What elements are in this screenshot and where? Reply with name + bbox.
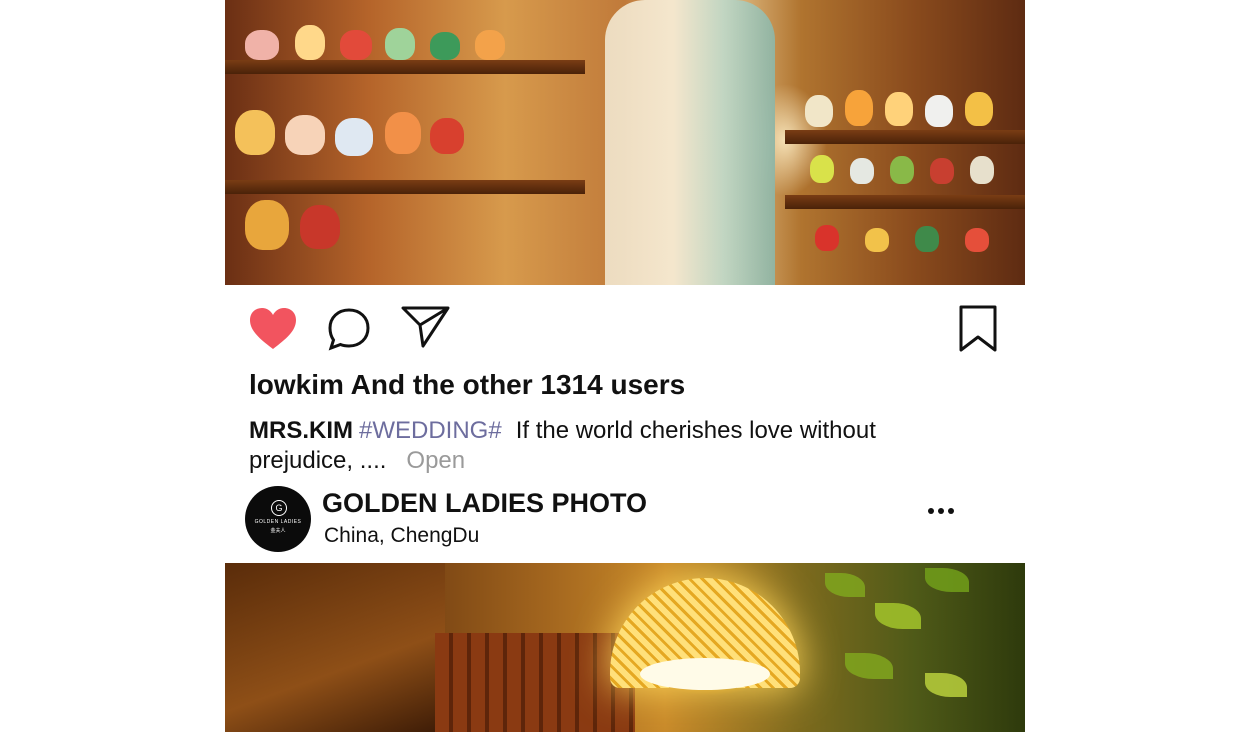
bookmark-icon[interactable] [958, 305, 998, 358]
post-image-top[interactable] [225, 0, 1025, 285]
jar [385, 112, 421, 154]
jar [965, 92, 993, 126]
brand-logo-icon: G [271, 500, 287, 516]
ellipsis-icon[interactable] [928, 508, 958, 518]
account-location[interactable]: China, ChengDu [324, 524, 479, 548]
jar [815, 225, 839, 251]
leaf [925, 673, 967, 697]
jar [970, 156, 994, 184]
jar [385, 28, 415, 60]
jar [805, 95, 833, 127]
account-header: G GOLDEN LADIES 金夫人 GOLDEN LADIES PHOTO … [245, 486, 1005, 556]
jar [430, 32, 460, 60]
lamp-bulb [640, 658, 770, 690]
location-country: China, [324, 524, 385, 547]
jar [965, 228, 989, 252]
caption-text-line1: If the world cherishes love without [515, 417, 876, 444]
post-image-bottom[interactable] [225, 563, 1025, 732]
caption-username[interactable]: MRS.KIM [249, 417, 353, 444]
post-caption: MRS.KIM #WEDDING# If the world cherishes l… [249, 416, 949, 476]
caption-open-link[interactable]: Open [406, 447, 465, 474]
shelf [785, 130, 1025, 144]
jar [810, 155, 834, 183]
jar [245, 200, 289, 250]
jar [930, 158, 954, 184]
leaf [875, 603, 921, 629]
leaf [925, 568, 969, 592]
paper-plane-icon[interactable] [401, 305, 451, 354]
shelf [785, 195, 1025, 209]
jar [865, 228, 889, 252]
shelf [225, 60, 585, 74]
wooden-plaque [435, 633, 635, 732]
jar [295, 25, 325, 60]
jar [300, 205, 340, 249]
jar [885, 92, 913, 126]
jar [430, 118, 464, 154]
jar [340, 30, 372, 60]
dot [938, 508, 944, 514]
feed [225, 0, 1025, 732]
leaf [845, 653, 893, 679]
avatar-brand-subtext: 金夫人 [270, 528, 286, 534]
bride-figure [605, 0, 775, 285]
comment-bubble-icon[interactable] [327, 307, 371, 356]
likes-summary[interactable]: lowkim And the other 1314 users [249, 369, 685, 401]
dot [948, 508, 954, 514]
jar [850, 158, 874, 184]
avatar-brand-text: GOLDEN LADIES [254, 519, 302, 525]
jar [925, 95, 953, 127]
shelf [225, 180, 585, 194]
leaf [825, 573, 865, 597]
jar [475, 30, 505, 60]
jar [235, 110, 275, 155]
jar [890, 156, 914, 184]
jar [335, 118, 373, 156]
jar [285, 115, 325, 155]
avatar[interactable]: G GOLDEN LADIES 金夫人 [245, 486, 311, 552]
wood-beam [225, 563, 445, 732]
caption-text-line2: prejudice, .... [249, 447, 387, 474]
dot [928, 508, 934, 514]
caption-hashtag[interactable]: #WEDDING# [359, 417, 502, 444]
heart-icon[interactable] [248, 307, 298, 356]
jar [915, 226, 939, 252]
account-name[interactable]: GOLDEN LADIES PHOTO [322, 488, 647, 519]
post-action-bar [225, 285, 1025, 365]
jar [845, 90, 873, 126]
location-city: ChengDu [390, 524, 480, 547]
jar [245, 30, 279, 60]
